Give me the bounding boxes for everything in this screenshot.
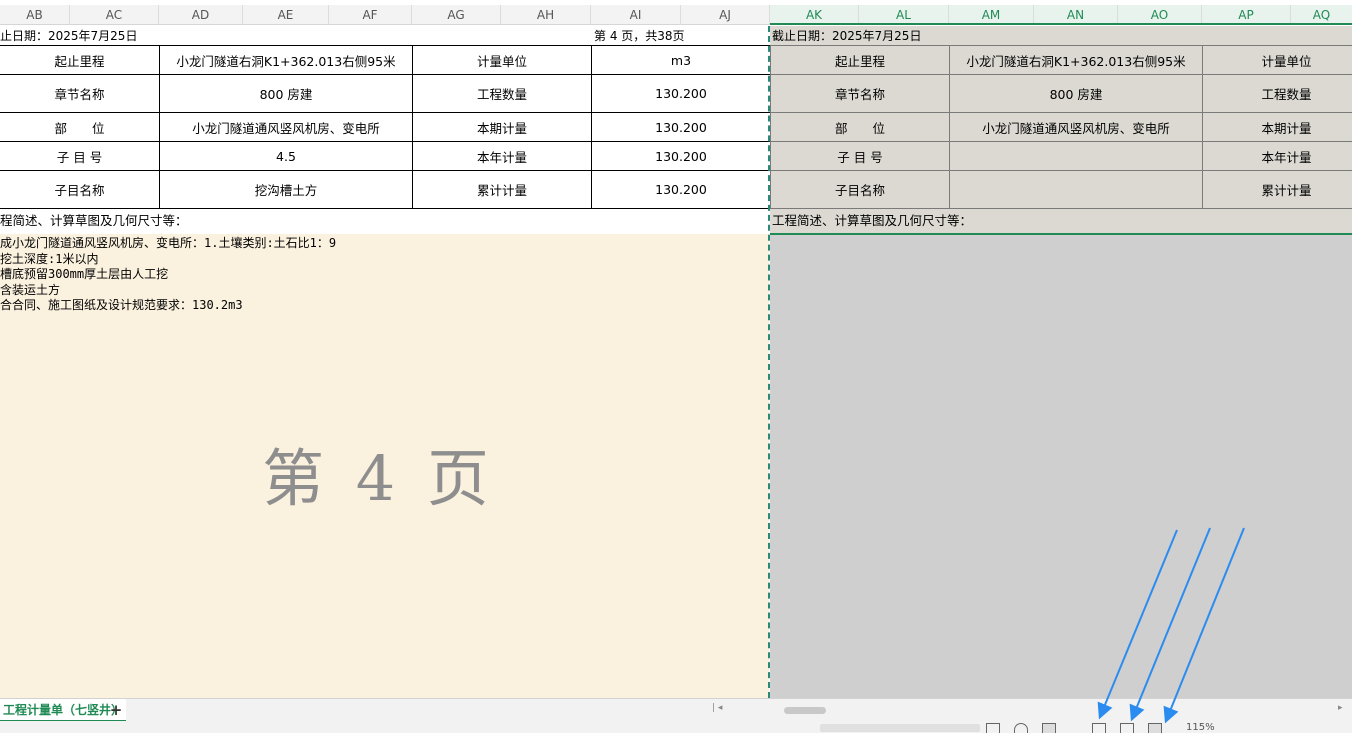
column-header[interactable]: AK: [770, 5, 859, 25]
table-cell[interactable]: 本年计量: [1202, 141, 1352, 171]
description-line: 合合同、施工图纸及设计规范要求：130.2m3: [0, 298, 243, 313]
page-break-preview-button[interactable]: [1148, 723, 1162, 733]
description-label[interactable]: 程简述、计算草图及几何尺寸等：: [0, 210, 188, 232]
table-cell[interactable]: 130.200: [591, 141, 771, 171]
table-cell[interactable]: 起止里程: [770, 45, 950, 75]
description-lines[interactable]: 成小龙门隧道通风竖风机房、变电所：1.土壤类别:土石比1：9 挖土深度:1米以内…: [0, 236, 336, 314]
table-cell[interactable]: 子目名称: [0, 170, 160, 209]
selection-underline: [770, 23, 1352, 25]
column-header[interactable]: AE: [243, 5, 329, 25]
scroll-right-icon[interactable]: ▸: [1338, 703, 1343, 713]
table-cell[interactable]: 小龙门隧道右洞K1+362.013右侧95米: [159, 45, 413, 75]
description-line: 含装运土方: [0, 282, 61, 297]
column-header[interactable]: AN: [1034, 5, 1118, 25]
zoom-level[interactable]: 115%: [1186, 722, 1215, 733]
column-header[interactable]: AM: [949, 5, 1034, 25]
description-line: 槽底预留300mm厚土层由人工挖: [0, 267, 169, 282]
table-cell[interactable]: 工程数量: [412, 74, 592, 113]
table-row: 子目名称 挖沟槽土方 累计计量 130.200: [0, 170, 771, 209]
print-page-right[interactable]: 截止日期：2025年7月25日 起止里程 小龙门隧道右洞K1+362.013右侧…: [770, 26, 1352, 698]
column-header[interactable]: AJ: [681, 5, 770, 25]
table-cell[interactable]: 800 房建: [159, 74, 413, 113]
table-cell[interactable]: 130.200: [591, 74, 771, 113]
table-cell[interactable]: 计量单位: [1202, 45, 1352, 75]
table-cell[interactable]: 挖沟槽土方: [159, 170, 413, 209]
column-header[interactable]: AB: [0, 5, 70, 25]
add-sheet-button[interactable]: +: [108, 699, 124, 722]
table-cell[interactable]: 起止里程: [0, 45, 160, 75]
table-cell[interactable]: 章节名称: [0, 74, 160, 113]
table-cell[interactable]: 部 位: [0, 112, 160, 142]
column-header[interactable]: AL: [859, 5, 949, 25]
sheet-tab-bar: 工程计量单（七竖井） + | ◂ ▸: [0, 698, 1352, 722]
eye-protect-icon[interactable]: [1014, 723, 1028, 733]
table-cell[interactable]: 部 位: [770, 112, 950, 142]
table-cell[interactable]: [949, 141, 1203, 171]
column-header[interactable]: AP: [1202, 5, 1291, 25]
column-header[interactable]: AH: [501, 5, 591, 25]
selection-border: [770, 233, 1352, 235]
column-header[interactable]: AC: [70, 5, 159, 25]
column-header[interactable]: AG: [412, 5, 501, 25]
table-cell[interactable]: 累计计量: [1202, 170, 1352, 209]
reading-mode-icon[interactable]: [1042, 723, 1056, 733]
table-row: 起止里程 小龙门隧道右洞K1+362.013右侧95米 计量单位 m3: [0, 45, 771, 75]
table-row: 起止里程 小龙门隧道右洞K1+362.013右侧95米 计量单位: [770, 45, 1352, 75]
table-cell[interactable]: 本年计量: [412, 141, 592, 171]
description-line: 挖土深度:1米以内: [0, 251, 99, 266]
page-watermark: 第 4 页: [262, 442, 495, 515]
column-header-row: AB AC AD AE AF AG AH AI AJ AK AL AM AN A…: [0, 5, 1352, 25]
table-cell[interactable]: 小龙门隧道通风竖风机房、变电所: [159, 112, 413, 142]
table-row: 子目名称 累计计量: [770, 170, 1352, 209]
page-layout-view-button[interactable]: [1120, 723, 1134, 733]
column-header[interactable]: AD: [159, 5, 243, 25]
measurement-table: 起止里程 小龙门隧道右洞K1+362.013右侧95米 计量单位 m3 章节名称…: [0, 45, 771, 209]
table-row: 章节名称 800 房建 工程数量: [770, 74, 1352, 113]
print-page-left[interactable]: 止日期：2025年7月25日 第 4 页，共38页 起止里程 小龙门隧道右洞K1…: [0, 26, 771, 698]
table-cell[interactable]: 本期计量: [1202, 112, 1352, 142]
date-line[interactable]: 止日期：2025年7月25日: [0, 26, 137, 46]
date-line[interactable]: 截止日期：2025年7月25日: [772, 26, 921, 46]
table-cell[interactable]: [949, 170, 1203, 209]
table-cell[interactable]: 4.5: [159, 141, 413, 171]
table-row: 子 目 号 4.5 本年计量 130.200: [0, 141, 771, 171]
status-text-placeholder: [820, 724, 980, 732]
column-header[interactable]: AI: [591, 5, 681, 25]
table-cell[interactable]: 小龙门隧道通风竖风机房、变电所: [949, 112, 1203, 142]
table-row: 部 位 小龙门隧道通风竖风机房、变电所 本期计量: [770, 112, 1352, 142]
measurement-table: 起止里程 小龙门隧道右洞K1+362.013右侧95米 计量单位 章节名称 80…: [770, 45, 1352, 209]
table-row: 子 目 号 本年计量: [770, 141, 1352, 171]
table-cell[interactable]: 子 目 号: [770, 141, 950, 171]
table-cell[interactable]: 本期计量: [412, 112, 592, 142]
table-cell[interactable]: 章节名称: [770, 74, 950, 113]
table-cell[interactable]: 800 房建: [949, 74, 1203, 113]
normal-view-button[interactable]: [1092, 723, 1106, 733]
page-break-line: [768, 26, 770, 698]
description-line: 成小龙门隧道通风竖风机房、变电所：1.土壤类别:土石比1：9: [0, 236, 337, 250]
page-info[interactable]: 第 4 页，共38页: [594, 26, 685, 46]
table-cell[interactable]: 子 目 号: [0, 141, 160, 171]
horizontal-scrollbar-thumb[interactable]: [784, 707, 826, 714]
table-cell[interactable]: 累计计量: [412, 170, 592, 209]
table-cell[interactable]: 工程数量: [1202, 74, 1352, 113]
column-header[interactable]: AO: [1118, 5, 1202, 25]
table-cell[interactable]: m3: [591, 45, 771, 75]
normal-view-icon[interactable]: [986, 723, 1000, 733]
table-cell[interactable]: 计量单位: [412, 45, 592, 75]
scroll-left-icon[interactable]: | ◂: [712, 703, 722, 713]
table-cell[interactable]: 130.200: [591, 170, 771, 209]
column-header[interactable]: AF: [329, 5, 412, 25]
description-label[interactable]: 工程简述、计算草图及几何尺寸等：: [772, 210, 972, 232]
table-cell[interactable]: 小龙门隧道右洞K1+362.013右侧95米: [949, 45, 1203, 75]
table-row: 章节名称 800 房建 工程数量 130.200: [0, 74, 771, 113]
table-row: 部 位 小龙门隧道通风竖风机房、变电所 本期计量 130.200: [0, 112, 771, 142]
column-header[interactable]: AQ: [1291, 5, 1352, 25]
status-bar: 115%: [0, 721, 1352, 733]
table-cell[interactable]: 子目名称: [770, 170, 950, 209]
table-cell[interactable]: 130.200: [591, 112, 771, 142]
